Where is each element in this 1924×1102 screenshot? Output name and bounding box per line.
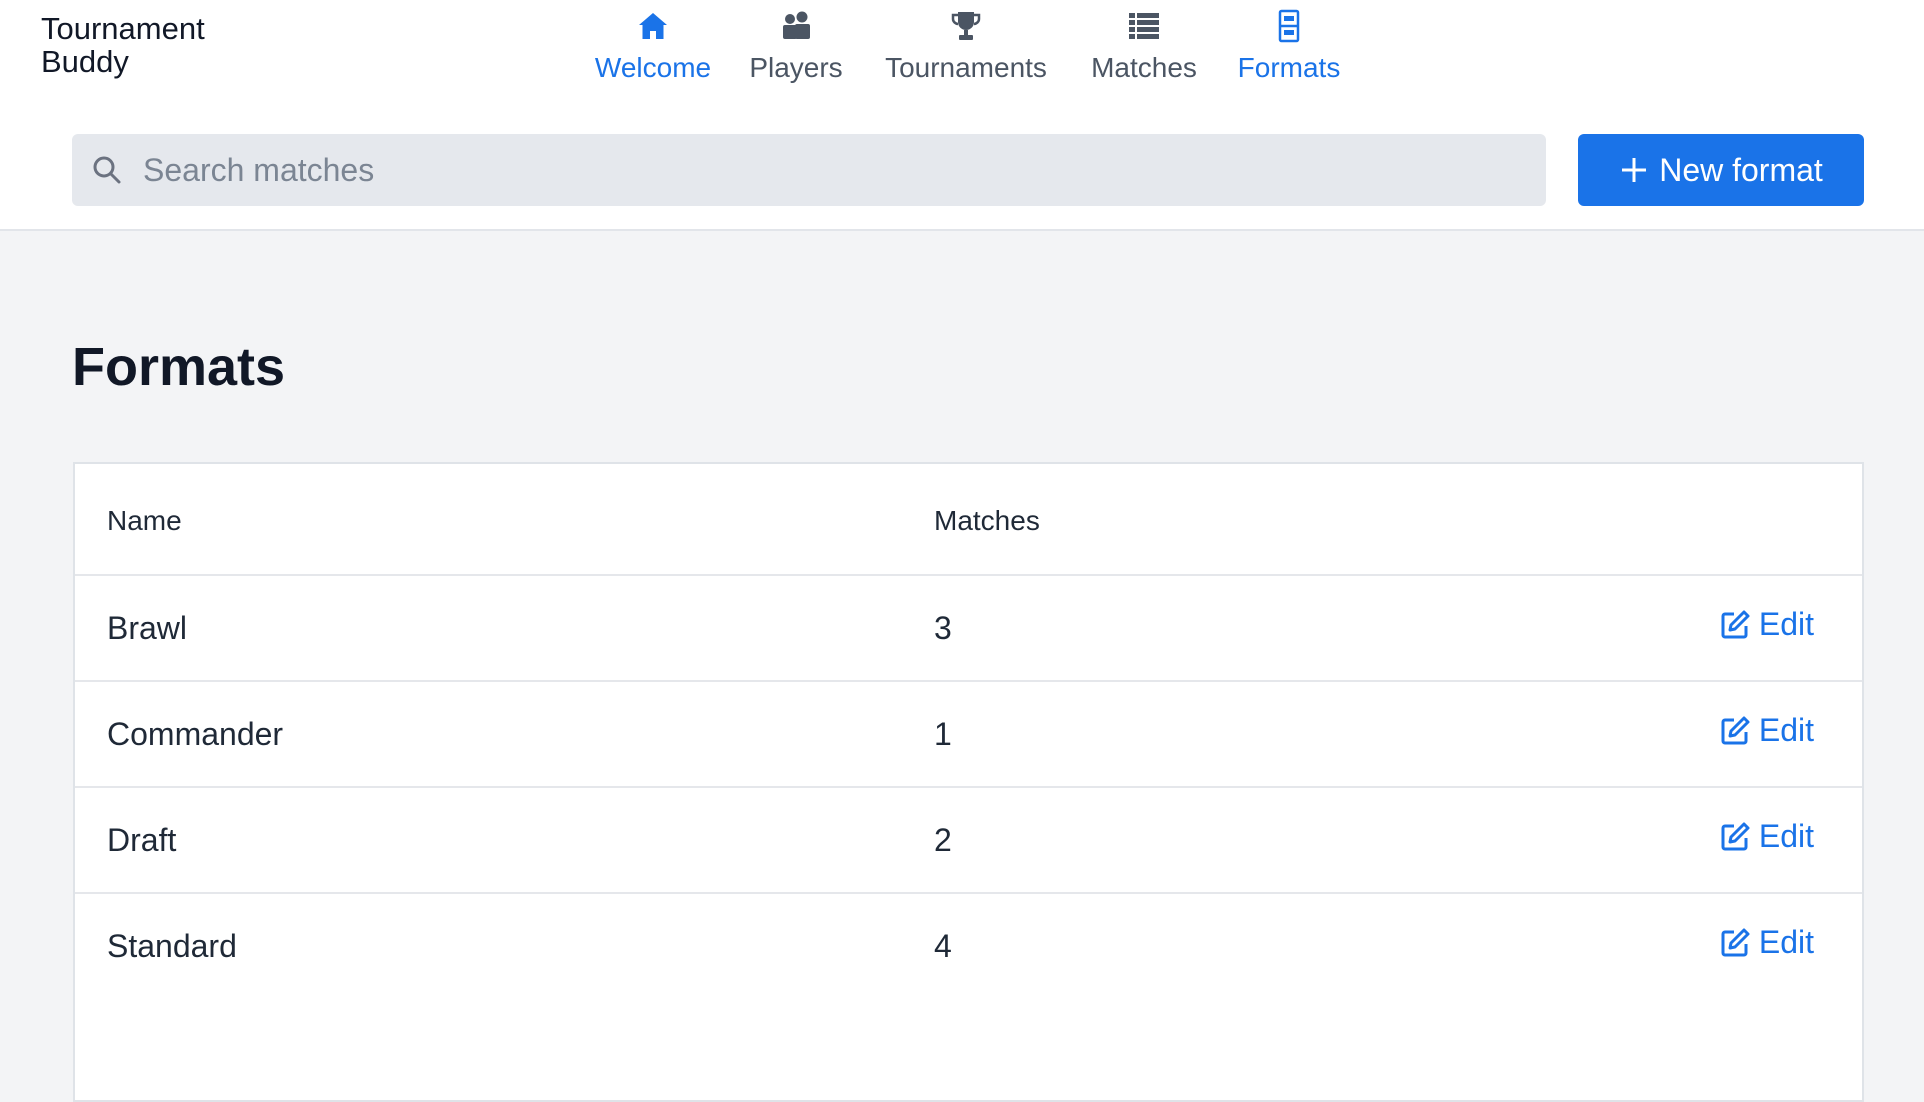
format-name: Commander [107, 716, 284, 752]
edit-button[interactable]: Edit [1719, 924, 1814, 961]
edit-icon [1721, 928, 1750, 956]
list-icon [1129, 13, 1159, 39]
format-name: Standard [107, 928, 237, 964]
nav-label-matches: Matches [1091, 52, 1197, 83]
edit-label: Edit [1758, 818, 1814, 854]
plus-icon [1622, 158, 1647, 182]
table-header: Name Matches [75, 464, 1862, 576]
nav-label-players: Players [749, 52, 843, 83]
main-nav: Welcome Players Tournaments Matches Form… [0, 8, 1924, 88]
new-format-button[interactable]: New format [1578, 134, 1864, 206]
edit-button[interactable]: Edit [1719, 818, 1814, 855]
edit-label: Edit [1758, 712, 1814, 748]
table-row: Standard 4 Edit [75, 894, 1862, 1000]
edit-button[interactable]: Edit [1719, 712, 1814, 749]
trophy-icon [951, 12, 981, 40]
edit-button[interactable]: Edit [1719, 606, 1814, 643]
nav-item-matches[interactable]: Matches [1084, 8, 1204, 88]
search-icon [93, 156, 121, 184]
match-count: 1 [934, 716, 952, 752]
format-name: Brawl [107, 610, 188, 646]
new-format-label: New format [1659, 151, 1823, 188]
column-header-matches[interactable]: Matches [934, 505, 1040, 537]
nav-label-formats: Formats [1237, 52, 1341, 83]
cabinet-icon [1278, 9, 1300, 43]
table-row: Commander 1 Edit [75, 682, 1862, 788]
column-header-name[interactable]: Name [107, 505, 182, 537]
formats-table: Name Matches Brawl 3 Edit Commander 1 Ed… [73, 462, 1864, 1102]
match-count: 2 [934, 822, 952, 858]
nav-label-welcome: Welcome [594, 52, 712, 83]
edit-icon [1721, 610, 1750, 638]
top-bar: Tournament Buddy Welcome Players Tournam… [0, 0, 1924, 231]
table-row: Brawl 3 Edit [75, 576, 1862, 682]
nav-item-welcome[interactable]: Welcome [590, 8, 716, 88]
search-bar [72, 134, 1546, 206]
nav-item-players[interactable]: Players [746, 8, 846, 88]
match-count: 4 [934, 928, 952, 964]
edit-icon [1721, 822, 1750, 850]
edit-label: Edit [1758, 606, 1814, 642]
nav-item-formats[interactable]: Formats [1232, 8, 1346, 88]
page-title: Formats [72, 337, 286, 397]
format-name: Draft [107, 822, 177, 858]
table-row: Draft 2 Edit [75, 788, 1862, 894]
home-icon [639, 13, 667, 39]
nav-item-tournaments[interactable]: Tournaments [876, 8, 1056, 88]
match-count: 3 [934, 610, 952, 646]
users-icon [783, 11, 810, 39]
nav-label-tournaments: Tournaments [885, 52, 1047, 83]
edit-icon [1721, 716, 1750, 744]
search-input[interactable] [143, 151, 1523, 189]
edit-label: Edit [1758, 924, 1814, 960]
